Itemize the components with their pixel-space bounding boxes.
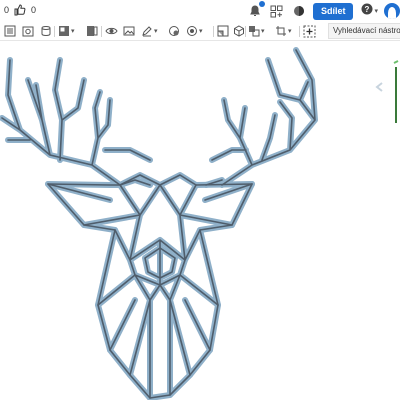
model-canvas[interactable] bbox=[0, 41, 400, 400]
thumbs-up-icon[interactable] bbox=[14, 4, 26, 16]
chevron-down-icon: ▾ bbox=[261, 28, 265, 35]
like-group: 0 0 bbox=[4, 4, 36, 16]
view-cube-arrow-icon[interactable] bbox=[374, 81, 384, 93]
axis-indicator-icon bbox=[393, 60, 399, 123]
theme-toggle-icon[interactable] bbox=[291, 3, 307, 19]
section-view-icon[interactable] bbox=[22, 24, 34, 38]
cube-box-icon[interactable] bbox=[233, 24, 245, 38]
render-settings-icon[interactable]: ▾ bbox=[186, 24, 203, 38]
share-button[interactable]: Sdílet bbox=[312, 2, 354, 20]
material-palette-icon[interactable] bbox=[168, 24, 180, 38]
toolbar-divider bbox=[213, 26, 214, 37]
top-bar: 0 0 Sdílet ? ▾ bbox=[0, 0, 400, 22]
document-view-icon[interactable] bbox=[4, 24, 16, 38]
toolbar-divider bbox=[299, 26, 300, 37]
pencil-edit-icon[interactable]: ▾ bbox=[141, 24, 158, 38]
chevron-down-icon: ▾ bbox=[374, 8, 378, 15]
notification-bell-icon[interactable] bbox=[247, 1, 265, 19]
cylinder-icon[interactable] bbox=[40, 24, 52, 38]
named-views-icon[interactable] bbox=[86, 24, 98, 38]
toolbar-divider bbox=[54, 26, 55, 37]
user-avatar[interactable] bbox=[384, 3, 400, 19]
deer-head-model bbox=[0, 47, 318, 400]
exploded-view-icon[interactable]: ▾ bbox=[248, 24, 265, 38]
deer-outline-fill bbox=[0, 47, 318, 400]
chevron-down-icon: ▾ bbox=[154, 28, 158, 35]
chevron-down-icon: ▾ bbox=[71, 28, 75, 35]
top-right-actions: Sdílet ? ▾ bbox=[247, 1, 400, 20]
svg-text:?: ? bbox=[365, 5, 370, 14]
measure-tool-icon[interactable] bbox=[217, 24, 229, 38]
chevron-down-icon: ▾ bbox=[199, 28, 203, 35]
notification-badge bbox=[258, 1, 265, 7]
chevron-down-icon: ▾ bbox=[288, 28, 292, 35]
visibility-eye-icon[interactable] bbox=[105, 24, 118, 38]
toolbar-divider bbox=[245, 26, 246, 37]
search-tools-tooltip[interactable]: Vyhledávací nástroje... bbox=[328, 23, 400, 39]
help-menu[interactable]: ? ▾ bbox=[361, 2, 378, 20]
target-focus-icon[interactable] bbox=[303, 24, 316, 38]
deer-outline-stroke bbox=[1, 49, 316, 399]
toolbar-divider bbox=[101, 26, 102, 37]
thumbs-up-count: 0 bbox=[31, 5, 37, 15]
crop-section-icon[interactable]: ▾ bbox=[275, 24, 292, 38]
help-icon: ? bbox=[361, 2, 373, 20]
display-mode-icon[interactable]: ▾ bbox=[58, 24, 75, 38]
apps-grid-icon[interactable] bbox=[269, 3, 285, 19]
image-view-icon[interactable] bbox=[123, 24, 135, 38]
like-count: 0 bbox=[4, 5, 10, 15]
